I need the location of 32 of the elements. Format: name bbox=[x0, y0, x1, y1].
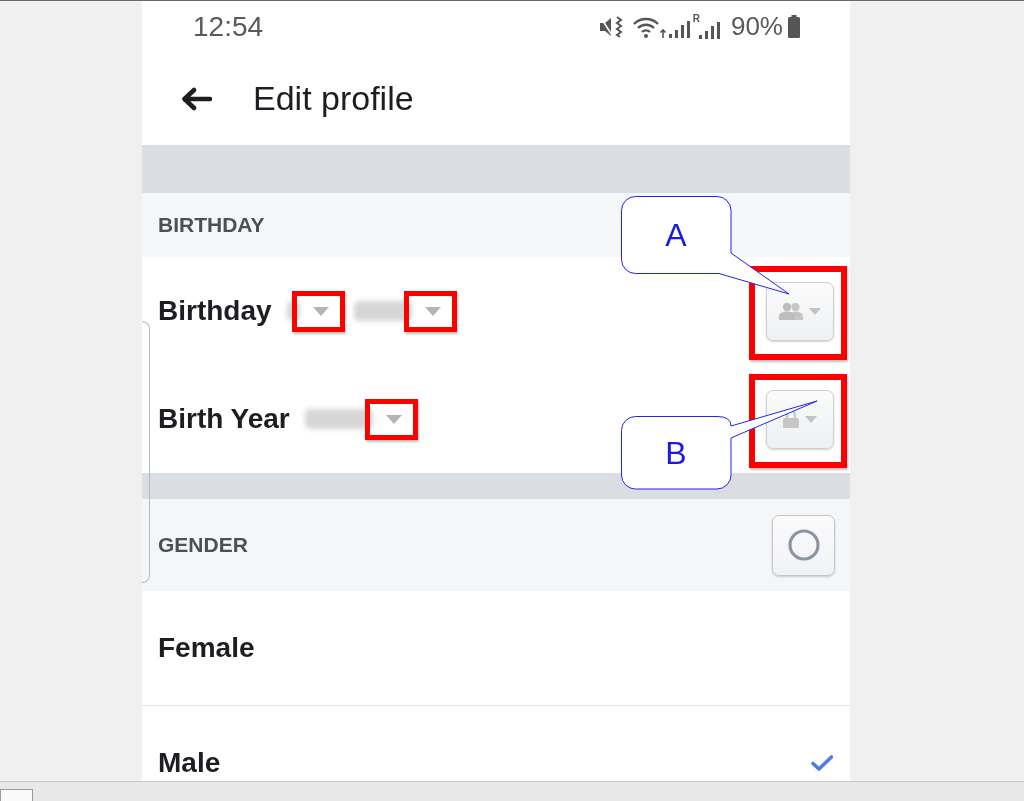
signal-icon bbox=[668, 20, 690, 38]
page-title: Edit profile bbox=[253, 79, 414, 118]
callout-letter: A bbox=[665, 219, 687, 251]
gender-option[interactable]: Female bbox=[142, 591, 850, 705]
caret-icon bbox=[809, 307, 821, 315]
circle-button[interactable] bbox=[772, 514, 835, 576]
field-label: Birth Year bbox=[158, 403, 290, 435]
back-arrow-icon[interactable] bbox=[180, 86, 212, 111]
caret-icon[interactable] bbox=[385, 414, 402, 424]
roaming-label: R bbox=[692, 14, 700, 24]
section-heading: BIRTHDAY bbox=[158, 213, 265, 237]
dropdown-button[interactable] bbox=[766, 389, 834, 449]
field-label: Birthday bbox=[158, 295, 272, 327]
section-heading: GENDER bbox=[158, 533, 248, 557]
battery-percent: 90% bbox=[730, 11, 783, 42]
caret-icon bbox=[805, 415, 817, 423]
status-time: 12:54 bbox=[193, 10, 264, 43]
callout-letter: B bbox=[665, 436, 687, 469]
caret-icon[interactable] bbox=[424, 306, 441, 316]
battery-icon bbox=[788, 15, 800, 38]
ring-icon bbox=[787, 529, 820, 561]
wifi-icon bbox=[632, 15, 667, 38]
lock-icon bbox=[783, 410, 799, 428]
blurred-value[interactable] bbox=[353, 301, 412, 321]
window-tab[interactable] bbox=[0, 789, 33, 801]
blurred-value[interactable] bbox=[304, 409, 373, 429]
check-icon bbox=[811, 755, 833, 771]
mute-vibrate-icon bbox=[599, 15, 624, 38]
signal-icon bbox=[698, 22, 720, 39]
caret-icon[interactable] bbox=[312, 306, 329, 316]
dropdown-button[interactable] bbox=[766, 281, 834, 341]
people-icon bbox=[779, 302, 803, 320]
